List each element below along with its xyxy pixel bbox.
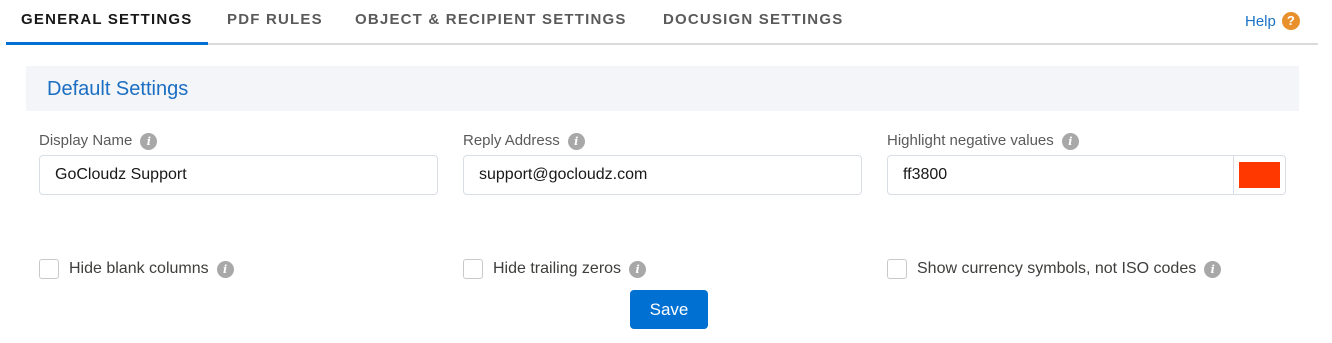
hide-blank-columns-label: Hide blank columns xyxy=(69,260,209,277)
tab-object-recipient-settings[interactable]: OBJECT & RECIPIENT SETTINGS xyxy=(355,11,627,28)
info-icon[interactable]: i xyxy=(1061,132,1079,150)
show-currency-symbols-option[interactable]: Show currency symbols, not ISO codes i xyxy=(887,259,1222,281)
info-icon[interactable]: i xyxy=(567,132,585,150)
active-tab-indicator xyxy=(6,42,208,45)
info-icon[interactable]: i xyxy=(216,260,234,278)
hide-trailing-zeros-checkbox[interactable] xyxy=(463,259,483,279)
reply-address-input[interactable] xyxy=(463,155,862,195)
help-label: Help xyxy=(1245,13,1276,30)
reply-address-label-text: Reply Address xyxy=(463,132,560,149)
highlight-color-input[interactable] xyxy=(887,155,1234,195)
hide-blank-columns-checkbox[interactable] xyxy=(39,259,59,279)
section-title: Default Settings xyxy=(47,78,189,100)
highlight-negative-label: Highlight negative values i xyxy=(887,132,1079,150)
color-picker-button[interactable] xyxy=(1233,155,1286,195)
save-button[interactable]: Save xyxy=(630,290,708,329)
hide-trailing-zeros-label: Hide trailing zeros xyxy=(493,260,622,277)
highlight-negative-label-text: Highlight negative values xyxy=(887,132,1054,149)
color-swatch xyxy=(1239,162,1280,188)
section-header: Default Settings xyxy=(26,66,1299,111)
display-name-label-text: Display Name xyxy=(39,132,133,149)
show-currency-symbols-label: Show currency symbols, not ISO codes xyxy=(917,260,1197,277)
tab-bar: GENERAL SETTINGS PDF RULES OBJECT & RECI… xyxy=(6,0,1318,45)
info-icon[interactable]: i xyxy=(629,260,647,278)
display-name-label: Display Name i xyxy=(39,132,158,150)
info-icon[interactable]: i xyxy=(140,132,158,150)
tab-docusign-settings[interactable]: DOCUSIGN SETTINGS xyxy=(663,11,843,28)
reply-address-label: Reply Address i xyxy=(463,132,585,150)
tab-pdf-rules[interactable]: PDF RULES xyxy=(227,11,323,28)
display-name-input[interactable] xyxy=(39,155,438,195)
question-icon: ? xyxy=(1281,12,1300,30)
hide-blank-columns-option[interactable]: Hide blank columns i xyxy=(39,259,234,281)
hide-trailing-zeros-option[interactable]: Hide trailing zeros i xyxy=(463,259,647,281)
help-link[interactable]: Help? xyxy=(1245,12,1300,30)
show-currency-symbols-checkbox[interactable] xyxy=(887,259,907,279)
info-icon[interactable]: i xyxy=(1204,260,1222,278)
tab-general-settings[interactable]: GENERAL SETTINGS xyxy=(21,11,192,28)
